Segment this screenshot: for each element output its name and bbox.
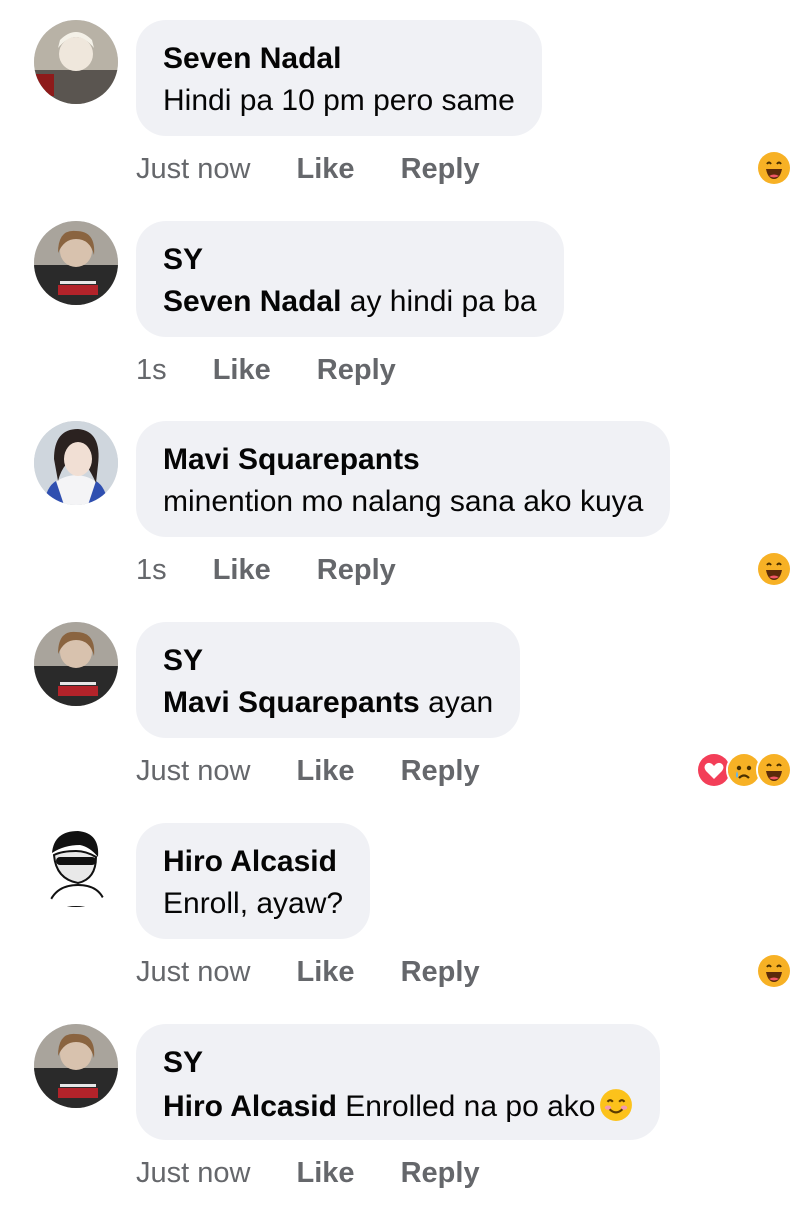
like-button[interactable]: Like [297,754,355,788]
reply-button[interactable]: Reply [401,754,480,788]
comment-author[interactable]: Seven Nadal [163,42,515,76]
avatar-image [34,20,118,104]
comment: SY Seven Nadal ay hindi pa ba 1s Like Re… [0,221,811,421]
comment-actions: 1s Like Reply [136,553,396,587]
haha-icon [756,953,792,989]
comment-body: Enrolled na po ako [336,1090,596,1123]
avatar-image [34,823,118,907]
like-button[interactable]: Like [297,152,355,186]
comment: Seven Nadal Hindi pa 10 pm pero same Jus… [0,20,811,220]
comment-author[interactable]: Hiro Alcasid [163,845,343,879]
haha-icon [756,551,792,587]
like-button[interactable]: Like [297,1156,355,1190]
haha-icon [756,752,792,788]
comment-bubble: Mavi Squarepants minention mo nalang san… [136,421,671,537]
comment-timestamp[interactable]: Just now [136,754,250,788]
avatar[interactable] [34,622,118,706]
comment-text: Seven Nadal ay hindi pa ba [163,285,537,319]
comment-timestamp[interactable]: 1s [136,553,167,587]
comment-body: ay hindi pa ba [341,285,537,318]
comment-text: Hindi pa 10 pm pero same [163,84,515,118]
avatar-image [34,221,118,305]
comment-actions: Just now Like Reply [136,754,480,788]
avatar-image [34,421,118,505]
comment-author[interactable]: Mavi Squarepants [163,443,643,477]
comment: SY Mavi Squarepants ayan Just now Like R… [0,622,811,822]
comment-text: Mavi Squarepants ayan [163,686,493,720]
comment-bubble: Hiro Alcasid Enroll, ayaw? [136,823,371,939]
avatar[interactable] [34,1024,118,1108]
comment-timestamp[interactable]: Just now [136,955,250,989]
smiling-face-emoji [600,1089,633,1121]
comment-actions: Just now Like Reply [136,955,480,989]
comment-timestamp[interactable]: Just now [136,152,250,186]
reply-button[interactable]: Reply [317,553,396,587]
reaction-summary[interactable] [756,551,792,587]
reply-button[interactable]: Reply [401,1156,480,1190]
comment-timestamp[interactable]: Just now [136,1156,250,1190]
comment-author[interactable]: SY [163,1046,633,1080]
reply-button[interactable]: Reply [401,152,480,186]
comment: Hiro Alcasid Enroll, ayaw? Just now Like… [0,823,811,1023]
comment-body: Hindi pa 10 pm pero same [163,84,515,117]
like-button[interactable]: Like [213,553,271,587]
comment-text: minention mo nalang sana ako kuya [163,485,643,519]
reaction-summary[interactable] [696,752,792,788]
reply-button[interactable]: Reply [401,955,480,989]
mention-link[interactable]: Seven Nadal [163,285,341,318]
reaction-summary[interactable] [756,953,792,989]
comment-bubble: SY Hiro Alcasid Enrolled na po ako [136,1024,661,1140]
comment-body: Enroll, ayaw? [163,887,344,920]
comment-bubble: SY Seven Nadal ay hindi pa ba [136,221,564,337]
mention-link[interactable]: Mavi Squarepants [163,686,420,719]
haha-icon [756,150,792,186]
comment-body: ayan [419,686,494,719]
comment: SY Hiro Alcasid Enrolled na po ako Just … [0,1024,811,1224]
comment-actions: Just now Like Reply [136,152,480,186]
mention-link[interactable]: Hiro Alcasid [163,1090,337,1123]
avatar-image [34,1024,118,1108]
avatar[interactable] [34,20,118,104]
comment-body: minention mo nalang sana ako kuya [163,485,644,518]
avatar[interactable] [34,823,118,907]
avatar[interactable] [34,221,118,305]
comment: Mavi Squarepants minention mo nalang san… [0,421,811,621]
comment-actions: 1s Like Reply [136,353,396,387]
reaction-summary[interactable] [756,150,792,186]
comment-author[interactable]: SY [163,243,537,277]
comment-bubble: SY Mavi Squarepants ayan [136,622,521,738]
comment-text: Hiro Alcasid Enrolled na po ako [163,1088,633,1124]
comment-author[interactable]: SY [163,644,493,678]
like-button[interactable]: Like [297,955,355,989]
avatar[interactable] [34,421,118,505]
like-button[interactable]: Like [213,353,271,387]
comment-timestamp[interactable]: 1s [136,353,167,387]
comment-bubble: Seven Nadal Hindi pa 10 pm pero same [136,20,542,136]
comment-text: Enroll, ayaw? [163,887,343,921]
comment-actions: Just now Like Reply [136,1156,480,1190]
avatar-image [34,622,118,706]
reply-button[interactable]: Reply [317,353,396,387]
